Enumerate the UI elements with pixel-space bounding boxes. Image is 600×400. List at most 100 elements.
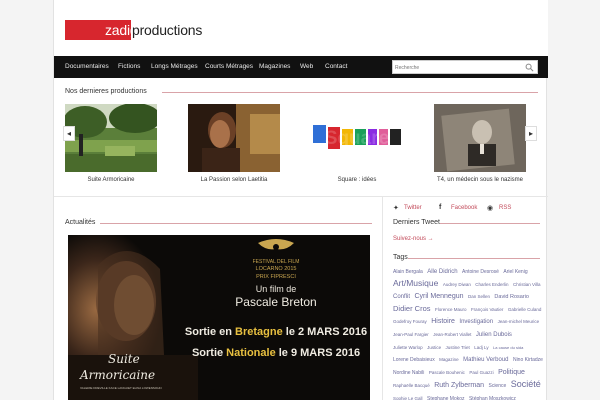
latest-productions-title: Nos dernieres productions xyxy=(65,88,147,95)
tag-link[interactable]: Ruth Zylberman xyxy=(434,382,484,389)
carousel-caption[interactable]: Suite Armoricaine xyxy=(65,177,157,183)
rss-icon[interactable]: ◉ xyxy=(487,204,493,212)
tag-link[interactable]: Dan Sellen xyxy=(468,294,490,299)
carousel-item-t4[interactable] xyxy=(434,104,526,172)
tag-link[interactable]: Gabrielle Culand xyxy=(508,307,542,312)
tag-link[interactable]: Cyril Mennegun xyxy=(414,293,463,300)
tag-link[interactable]: Alain Bergala xyxy=(393,269,423,275)
tag-link[interactable]: La cause du sida xyxy=(493,345,523,350)
release2-prefix: Sortie xyxy=(192,347,226,359)
nav-item-contact[interactable]: Contact xyxy=(325,56,347,78)
tag-link[interactable]: Magazine xyxy=(439,357,459,362)
poster-image: FESTIVAL DEL FILM LOCARNO 2015 PRIX FIPR… xyxy=(68,235,370,400)
rss-link[interactable]: RSS xyxy=(499,205,511,211)
tag-link[interactable]: Raphaëlle Bacqué xyxy=(393,383,430,388)
nav-item-courts-metrages[interactable]: Courts Métrages xyxy=(205,56,253,78)
search-input[interactable] xyxy=(395,62,515,73)
tag-link[interactable]: Société xyxy=(511,379,541,389)
tag-link[interactable]: Pascale Bouhenic xyxy=(429,370,465,375)
section-rule xyxy=(440,223,540,224)
festival-line: FESTIVAL DEL FILM xyxy=(253,259,300,265)
carousel-caption[interactable]: Square : idées xyxy=(311,177,403,183)
tag-link[interactable]: Jean-Paul Fargier xyxy=(393,332,429,337)
tag-link[interactable]: Ladj Ly xyxy=(474,345,488,350)
archive-photo-thumbnail xyxy=(434,104,526,172)
square-logo-thumbnail: Square xyxy=(311,104,403,172)
carousel-item-suite-armoricaine[interactable] xyxy=(65,104,157,172)
garden-thumbnail xyxy=(65,104,157,172)
facebook-icon[interactable]: f xyxy=(439,204,441,211)
section-rule xyxy=(408,258,540,259)
sidebar-divider xyxy=(382,196,383,400)
carousel-item-la-passion[interactable] xyxy=(188,104,280,172)
carousel-caption[interactable]: T4, un médecin sous le nazisme xyxy=(422,177,538,183)
portrait-thumbnail xyxy=(188,104,280,172)
news-poster[interactable]: FESTIVAL DEL FILM LOCARNO 2015 PRIX FIPR… xyxy=(68,235,370,400)
tag-link[interactable]: Stéphan Moszkowicz xyxy=(469,396,516,400)
film-by: Un film de xyxy=(256,284,297,294)
tag-link[interactable]: François Vautier xyxy=(471,307,503,312)
nav-item-documentaires[interactable]: Documentaires xyxy=(65,56,109,78)
carousel-prev-arrow-icon[interactable]: ◂ xyxy=(63,126,75,141)
tag-link[interactable]: David Rosario xyxy=(494,294,529,300)
tag-link[interactable]: Nordine Nabili xyxy=(393,370,424,376)
tag-link[interactable]: Investigation xyxy=(459,319,493,325)
festival-year: LOCARNO 2015 xyxy=(256,266,297,272)
search-icon[interactable] xyxy=(525,63,534,72)
tag-link[interactable]: Charles Enderlin xyxy=(475,282,508,287)
follow-us-link[interactable]: Suivez-nous → xyxy=(393,236,434,242)
film-title-line2: Armoricaine xyxy=(79,368,155,382)
cast-credits: VALERIE DREVILLE KACE LANGUET ELINA LOWE… xyxy=(80,386,162,390)
tag-link[interactable]: Sophie Le Gall xyxy=(393,396,423,400)
tag-link[interactable]: Jean-Robert Viallet xyxy=(433,332,471,337)
tag-link[interactable]: Stephane Mokoz xyxy=(427,396,465,400)
search-box xyxy=(392,60,538,74)
tag-link[interactable]: Justice xyxy=(427,345,441,350)
facebook-link[interactable]: Facebook xyxy=(451,205,477,211)
nav-item-web[interactable]: Web xyxy=(300,56,313,78)
tag-link[interactable]: Nino Kirtadze xyxy=(513,357,543,363)
tag-link[interactable]: Julien Dubois xyxy=(476,332,512,338)
svg-text:Sortie en Bretagne le 2 MARS 2: Sortie en Bretagne le 2 MARS 2016 xyxy=(185,326,367,338)
tag-link[interactable]: Histoire xyxy=(431,318,455,325)
tag-link[interactable]: Jean-michel Meurice xyxy=(498,319,540,324)
tag-link[interactable]: Alle Didrich xyxy=(427,269,457,275)
tag-link[interactable]: Audrey Diwan xyxy=(443,282,471,287)
news-title: Actualités xyxy=(65,219,96,226)
tag-link[interactable]: Science xyxy=(488,383,506,389)
site-logo[interactable]: zadig productions xyxy=(65,20,202,40)
tag-link[interactable]: Didier Cros xyxy=(393,304,431,313)
header: zadig productions xyxy=(54,0,548,56)
tweets-title: Derniers Tweet xyxy=(393,219,440,226)
tag-link[interactable]: Juliette Warlop xyxy=(393,345,423,350)
page: zadig productions Documentaires Fictions… xyxy=(53,0,548,400)
logo-red-block: zadig xyxy=(65,20,138,40)
tag-link[interactable]: Ariel Kenig xyxy=(503,269,527,275)
tag-link[interactable]: Lorene Debaisieux xyxy=(393,357,435,363)
svg-text:Sortie Nationale le 9 MARS 201: Sortie Nationale le 9 MARS 2016 xyxy=(192,347,360,359)
nav-item-fictions[interactable]: Fictions xyxy=(118,56,140,78)
divider xyxy=(54,196,548,197)
tag-link[interactable]: Politique xyxy=(498,369,525,376)
tag-link[interactable]: Justine Triet xyxy=(446,345,470,350)
tag-link[interactable]: Mathieu Verboud xyxy=(463,357,508,363)
release2-date: le 9 MARS 2016 xyxy=(276,347,360,359)
nav-item-longs-metrages[interactable]: Longs Métrages xyxy=(151,56,198,78)
tag-link[interactable]: Paul Guazzi xyxy=(469,370,493,375)
tag-link[interactable]: Antoine Desrosé xyxy=(462,269,499,275)
carousel-next-arrow-icon[interactable]: ▸ xyxy=(525,126,537,141)
film-title-line1: Suite xyxy=(108,352,140,366)
carousel-caption[interactable]: La Passion selon Laetitia xyxy=(188,177,280,183)
tag-link[interactable]: Conflit xyxy=(393,294,410,300)
tag-link[interactable]: Christian Villa xyxy=(513,282,540,287)
tag-link[interactable]: Art/Musique xyxy=(393,278,438,288)
tag-cloud: Alain Bergala Alle Didrich Antoine Desro… xyxy=(393,264,543,400)
twitter-link[interactable]: Twitter xyxy=(404,205,422,211)
section-rule xyxy=(162,92,538,93)
tag-link[interactable]: Godefroy Fouray xyxy=(393,319,427,324)
carousel-item-square[interactable]: Square xyxy=(311,104,403,172)
nav-item-magazines[interactable]: Magazines xyxy=(259,56,290,78)
tag-link[interactable]: Florence Mauro xyxy=(435,307,467,312)
release1-region: Bretagne xyxy=(235,326,283,338)
twitter-icon[interactable]: ✦ xyxy=(393,204,399,212)
